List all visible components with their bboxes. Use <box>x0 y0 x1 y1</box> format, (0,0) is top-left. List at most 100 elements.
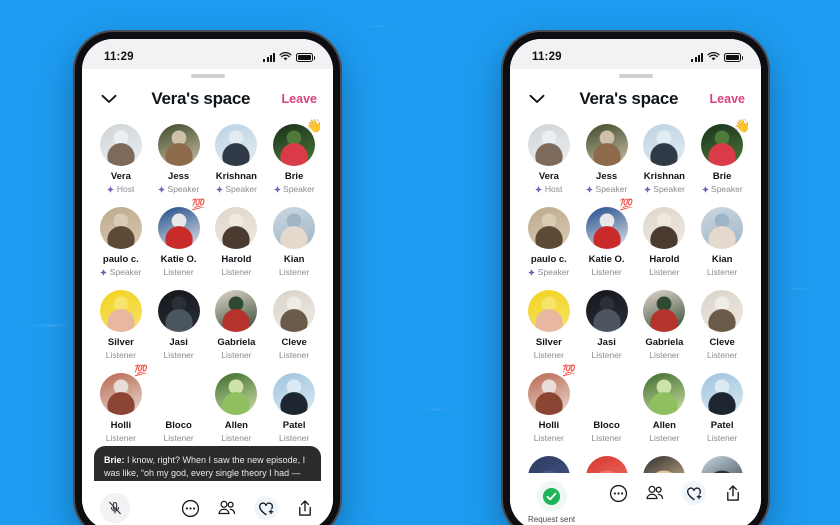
avatar <box>585 290 628 332</box>
participant-name: Kian <box>283 254 305 265</box>
space-header-right: Vera's space Leave <box>510 78 761 118</box>
participant-harold[interactable]: Harold Listener <box>208 207 266 277</box>
participant-role-label: Host <box>544 184 563 194</box>
participant-role: Listener <box>534 350 564 360</box>
participant-role-label: Listener <box>533 350 564 360</box>
participant-name: Katie O. <box>160 254 197 265</box>
check-circle-icon[interactable] <box>536 481 567 511</box>
heart-plus-icon[interactable] <box>254 496 278 520</box>
participant-silver[interactable]: Silver Listener <box>92 290 150 360</box>
participant-role-label: Speaker <box>109 267 142 277</box>
participant-role: Listener <box>707 267 737 277</box>
participant-role-label: Listener <box>221 433 252 443</box>
participant-name: Harold <box>221 254 252 265</box>
participant-katie-o[interactable]: 💯 Katie O. Listener <box>150 200 208 277</box>
participants-grid-left: Vera Host Jess Speaker Krishnan Speaker 👋 Brie S… <box>92 119 323 360</box>
participant-brie[interactable]: 👋 Brie Speaker <box>693 119 751 194</box>
more-dots-icon[interactable] <box>180 498 200 518</box>
participant-vera[interactable]: Vera Host <box>520 124 578 194</box>
participant-role-label: Speaker <box>283 184 315 194</box>
participant-role-label: Listener <box>707 267 738 277</box>
avatar-wrap <box>527 290 570 332</box>
hundred-points-emoji-icon: 💯 <box>134 365 148 377</box>
hundred-points-emoji-icon: 💯 <box>562 365 576 377</box>
participant-patel[interactable]: Patel Listener <box>265 373 323 443</box>
request-sent-label: Request sent <box>528 515 576 524</box>
sparkle-diamond-icon <box>535 185 543 193</box>
participant-gabriela[interactable]: Gabriela Listener <box>208 290 266 360</box>
sparkle-diamond-icon <box>215 185 223 193</box>
people-icon[interactable] <box>217 498 237 518</box>
participant-name: Patel <box>282 420 306 431</box>
participant-holli[interactable]: 💯 Holli Listener <box>92 366 150 443</box>
participant-role: Speaker <box>586 184 627 194</box>
phone-left: 11:29 Vera's space Leave Vera Host Jess … <box>75 32 340 525</box>
chevron-down-icon[interactable] <box>526 88 548 110</box>
leave-button[interactable]: Leave <box>282 92 317 106</box>
status-bar: 11:29 <box>82 39 333 69</box>
participant-role: Listener <box>649 267 679 277</box>
participant-role-label: Speaker <box>653 184 685 194</box>
participant-role: Speaker <box>100 267 141 277</box>
participant-katie-o[interactable]: 💯 Katie O. Listener <box>578 200 636 277</box>
participant-role: Listener <box>534 433 564 443</box>
share-up-icon[interactable] <box>723 483 743 503</box>
avatar <box>99 124 142 166</box>
chevron-down-icon[interactable] <box>98 88 120 110</box>
avatar <box>273 207 316 249</box>
participant-vera[interactable]: Vera Host <box>92 124 150 194</box>
share-up-icon[interactable] <box>295 498 315 518</box>
participant-jasi[interactable]: Jasi Listener <box>578 290 636 360</box>
participant-role: Listener <box>279 267 309 277</box>
participant-role-label: Listener <box>591 267 622 277</box>
participant-cleve[interactable]: Cleve Listener <box>265 290 323 360</box>
participant-role: Listener <box>164 267 194 277</box>
participant-jess[interactable]: Jess Speaker <box>150 124 208 194</box>
participant-jasi[interactable]: Jasi Listener <box>150 290 208 360</box>
participant-name: Vera <box>110 171 131 182</box>
participant-krishnan[interactable]: Krishnan Speaker <box>208 124 266 194</box>
participant-name: Krishnan <box>215 171 257 182</box>
participant-role-label: Listener <box>279 433 310 443</box>
participant-role: Speaker <box>643 184 685 194</box>
leave-button[interactable]: Leave <box>710 92 745 106</box>
participant-krishnan[interactable]: Krishnan Speaker <box>636 124 694 194</box>
participant-harold[interactable]: Harold Listener <box>636 207 694 277</box>
wifi-icon <box>279 52 292 61</box>
participant-paulo-c[interactable]: paulo c. Speaker <box>92 207 150 277</box>
sparkle-diamond-icon <box>643 185 651 193</box>
participant-role: Listener <box>592 350 622 360</box>
participant-allen[interactable]: Allen Listener <box>636 373 694 443</box>
participants-scroll-right[interactable]: Vera Host Jess Speaker Krishnan Speaker 👋 Brie S… <box>510 118 761 525</box>
participant-holli[interactable]: 💯 Holli Listener <box>520 366 578 443</box>
avatar <box>586 373 628 415</box>
heart-plus-icon[interactable] <box>682 481 706 505</box>
people-icon[interactable] <box>645 483 665 503</box>
avatar <box>701 207 744 249</box>
page-title: Vera's space <box>151 89 251 108</box>
participant-name: Silver <box>107 337 134 348</box>
participant-role-label: Listener <box>591 433 622 443</box>
more-dots-icon[interactable] <box>608 483 628 503</box>
participant-name: Patel <box>710 420 734 431</box>
participant-gabriela[interactable]: Gabriela Listener <box>636 290 694 360</box>
participant-jess[interactable]: Jess Speaker <box>578 124 636 194</box>
participant-kian[interactable]: Kian Listener <box>265 207 323 277</box>
participant-brie[interactable]: 👋 Brie Speaker <box>265 119 323 194</box>
participant-allen[interactable]: Allen Listener <box>208 373 266 443</box>
avatar-wrap <box>643 290 686 332</box>
participant-cleve[interactable]: Cleve Listener <box>693 290 751 360</box>
sparkle-diamond-icon <box>528 268 536 276</box>
participant-name: Jasi <box>597 337 616 348</box>
participant-silver[interactable]: Silver Listener <box>520 290 578 360</box>
sparkle-diamond-icon <box>158 185 165 193</box>
participant-bloco[interactable]: Bloco Listener <box>578 373 636 443</box>
participant-name: Brie <box>284 171 304 182</box>
bottom-toolbar-right: Request sent <box>510 473 761 525</box>
participant-paulo-c[interactable]: paulo c. Speaker <box>520 207 578 277</box>
participant-kian[interactable]: Kian Listener <box>693 207 751 277</box>
microphone-muted-icon[interactable] <box>100 493 130 523</box>
participant-patel[interactable]: Patel Listener <box>693 373 751 443</box>
participant-bloco[interactable]: Bloco Listener <box>150 373 208 443</box>
avatar <box>527 124 570 166</box>
